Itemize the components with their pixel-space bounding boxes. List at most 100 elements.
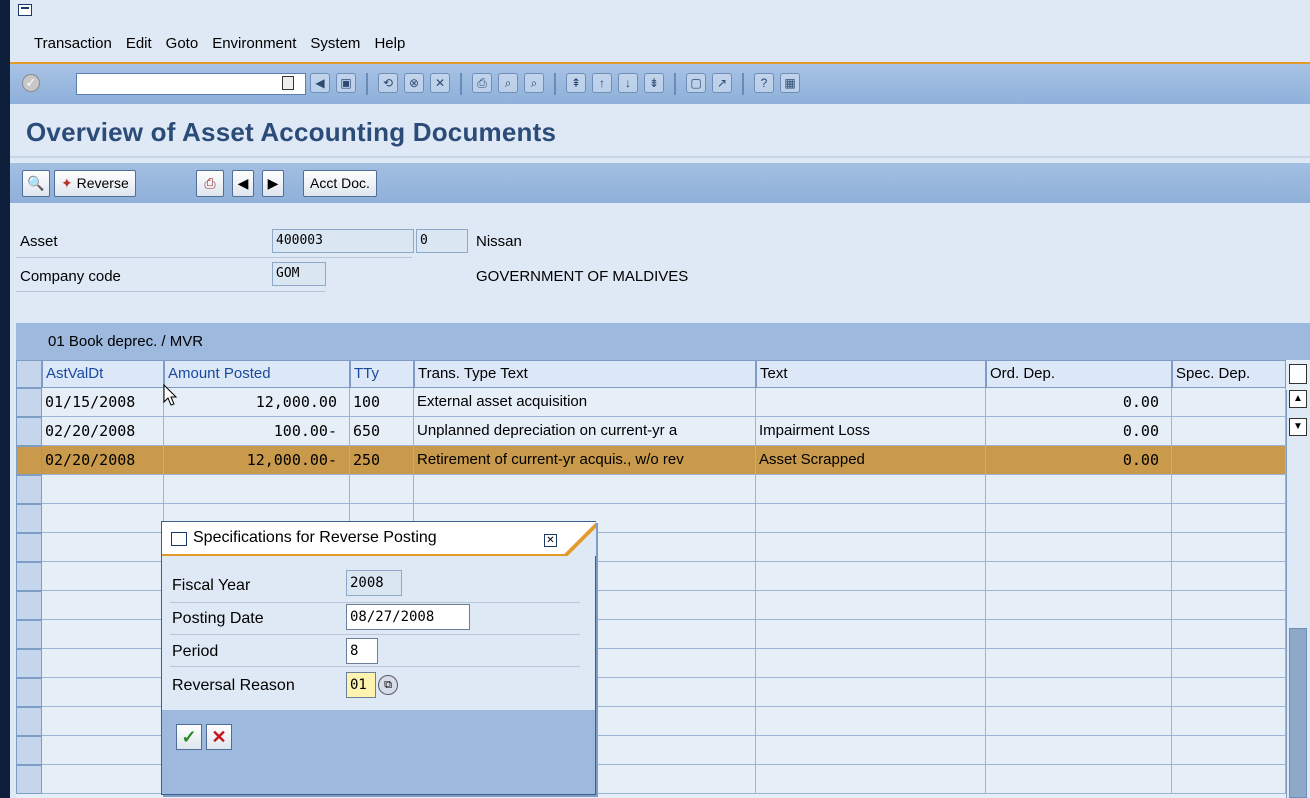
table-row[interactable]: 01/15/2008 12,000.00 100 External asset … [16,388,1286,417]
row-selector[interactable] [16,562,42,591]
dialog-title-bar: Specifications for Reverse Posting ✕ [162,522,596,556]
scroll-thumb[interactable] [1289,628,1307,798]
mouse-pointer-icon [163,384,178,406]
posting-date-field[interactable]: 08/27/2008 [346,604,470,630]
cell-trans-type-text: Retirement of current-yr acquis., w/o re… [414,446,756,475]
row-selector[interactable] [16,736,42,765]
reversal-reason-field[interactable]: 01 [346,672,376,698]
close-icon[interactable]: ✕ [544,534,557,547]
table-row[interactable]: 02/20/2008 100.00- 650 Unplanned depreci… [16,417,1286,446]
next-button[interactable]: ▶ [262,170,284,197]
col-header-astvaldt[interactable]: AstValDt [42,360,164,388]
row-selector[interactable] [16,649,42,678]
row-selector[interactable] [16,707,42,736]
find-icon[interactable]: ⌕ [498,73,518,93]
enter-icon[interactable]: ✓ [22,74,40,92]
next-page-icon[interactable]: ↓ [618,73,638,93]
cell-astvaldt: 02/20/2008 [42,446,164,475]
table-row-selected[interactable]: 02/20/2008 12,000.00- 250 Retirement of … [16,446,1286,475]
cell-empty [756,736,986,765]
cell-empty [1172,765,1286,794]
acct-doc-button[interactable]: Acct Doc. [303,170,377,197]
menu-goto[interactable]: Goto [166,35,199,52]
row-selector[interactable] [16,388,42,417]
menu-environment[interactable]: Environment [212,35,296,52]
toolbar-icon-group: ◀ ▣ ⟲ ⊗ ✕ ⎙ ⌕ ⌕ ⇞ ↑ ↓ ⇟ ▢ ↗ ? ▦ [310,73,800,95]
scroll-up-icon[interactable]: ▲ [1289,390,1307,408]
col-header-tty[interactable]: TTy [350,360,414,388]
row-selector[interactable] [16,678,42,707]
cell-amount: 12,000.00 [164,388,350,417]
scroll-down-icon[interactable]: ▼ [1289,418,1307,436]
table-row-empty[interactable] [16,475,1286,504]
row-selector[interactable] [16,417,42,446]
menu-help[interactable]: Help [374,35,405,52]
col-header-amount-posted[interactable]: Amount Posted [164,360,350,388]
row-selector[interactable] [16,533,42,562]
cell-text [756,388,986,417]
first-page-icon[interactable]: ⇞ [566,73,586,93]
system-menu-icon[interactable] [18,4,32,16]
confirm-check-icon[interactable]: ✓ [176,724,202,750]
back-icon[interactable]: ◀ [310,73,330,93]
new-session-icon[interactable]: ▢ [686,73,706,93]
period-label: Period [172,643,219,660]
reverse-posting-dialog: Specifications for Reverse Posting ✕ Fis… [161,521,596,795]
command-field[interactable] [76,73,306,95]
col-header-trans-type-text[interactable]: Trans. Type Text [414,360,756,388]
cancel-icon[interactable]: ✕ [430,73,450,93]
reverse-button[interactable]: ✦ Reverse [54,170,136,197]
cancel-x-icon[interactable]: ✕ [206,724,232,750]
cell-empty [756,620,986,649]
save-icon[interactable]: ▣ [336,73,356,93]
shortcut-icon[interactable]: ↗ [712,73,732,93]
print-doc-button[interactable]: ⎙ [196,170,224,197]
cell-empty [1172,533,1286,562]
table-title: 01 Book deprec. / MVR [16,323,1310,360]
cell-empty [1172,504,1286,533]
layout-icon[interactable]: ▦ [780,73,800,93]
row-selector[interactable] [16,765,42,794]
cell-empty [986,620,1172,649]
row-selector[interactable] [16,475,42,504]
cell-empty [1172,475,1286,504]
col-header-ord-dep[interactable]: Ord. Dep. [986,360,1172,388]
cell-ord-dep: 0.00 [986,388,1172,417]
exit-icon[interactable]: ⊗ [404,73,424,93]
cell-empty [986,475,1172,504]
back-nav-icon[interactable]: ⟲ [378,73,398,93]
menu-system[interactable]: System [310,35,360,52]
application-toolbar: 🔍 ✦ Reverse ⎙ ◀ ▶ Acct Doc. [10,163,1310,203]
help-icon[interactable]: ? [754,73,774,93]
col-header-spec-dep[interactable]: Spec. Dep. [1172,360,1286,388]
value-help-icon[interactable]: ⧉ [378,675,398,695]
prev-page-icon[interactable]: ↑ [592,73,612,93]
previous-button[interactable]: ◀ [232,170,254,197]
menu-edit[interactable]: Edit [126,35,152,52]
row-selector[interactable] [16,446,42,475]
vertical-scrollbar[interactable]: ▲ ▼ [1286,390,1310,798]
display-document-button[interactable]: 🔍 [22,170,50,197]
cell-empty [986,736,1172,765]
last-page-icon[interactable]: ⇟ [644,73,664,93]
cell-spec-dep [1172,417,1286,446]
reversal-reason-label: Reversal Reason [172,677,295,694]
row-selector[interactable] [16,504,42,533]
find-next-icon[interactable]: ⌕ [524,73,544,93]
asset-number-field: 400003 [272,229,414,253]
row-selector[interactable] [16,591,42,620]
col-header-text[interactable]: Text [756,360,986,388]
title-divider [10,156,1310,158]
cell-empty [756,533,986,562]
select-all-cell[interactable] [16,360,42,388]
command-history-icon[interactable] [282,76,294,90]
printer-icon: ⎙ [204,175,216,191]
dialog-menu-icon[interactable] [171,532,187,546]
print-icon[interactable]: ⎙ [472,73,492,93]
column-settings-icon[interactable] [1289,364,1307,384]
row-selector[interactable] [16,620,42,649]
period-field[interactable]: 8 [346,638,378,664]
menu-transaction[interactable]: Transaction [34,35,112,52]
toolbar-separator [674,73,676,95]
cell-text: Asset Scrapped [756,446,986,475]
